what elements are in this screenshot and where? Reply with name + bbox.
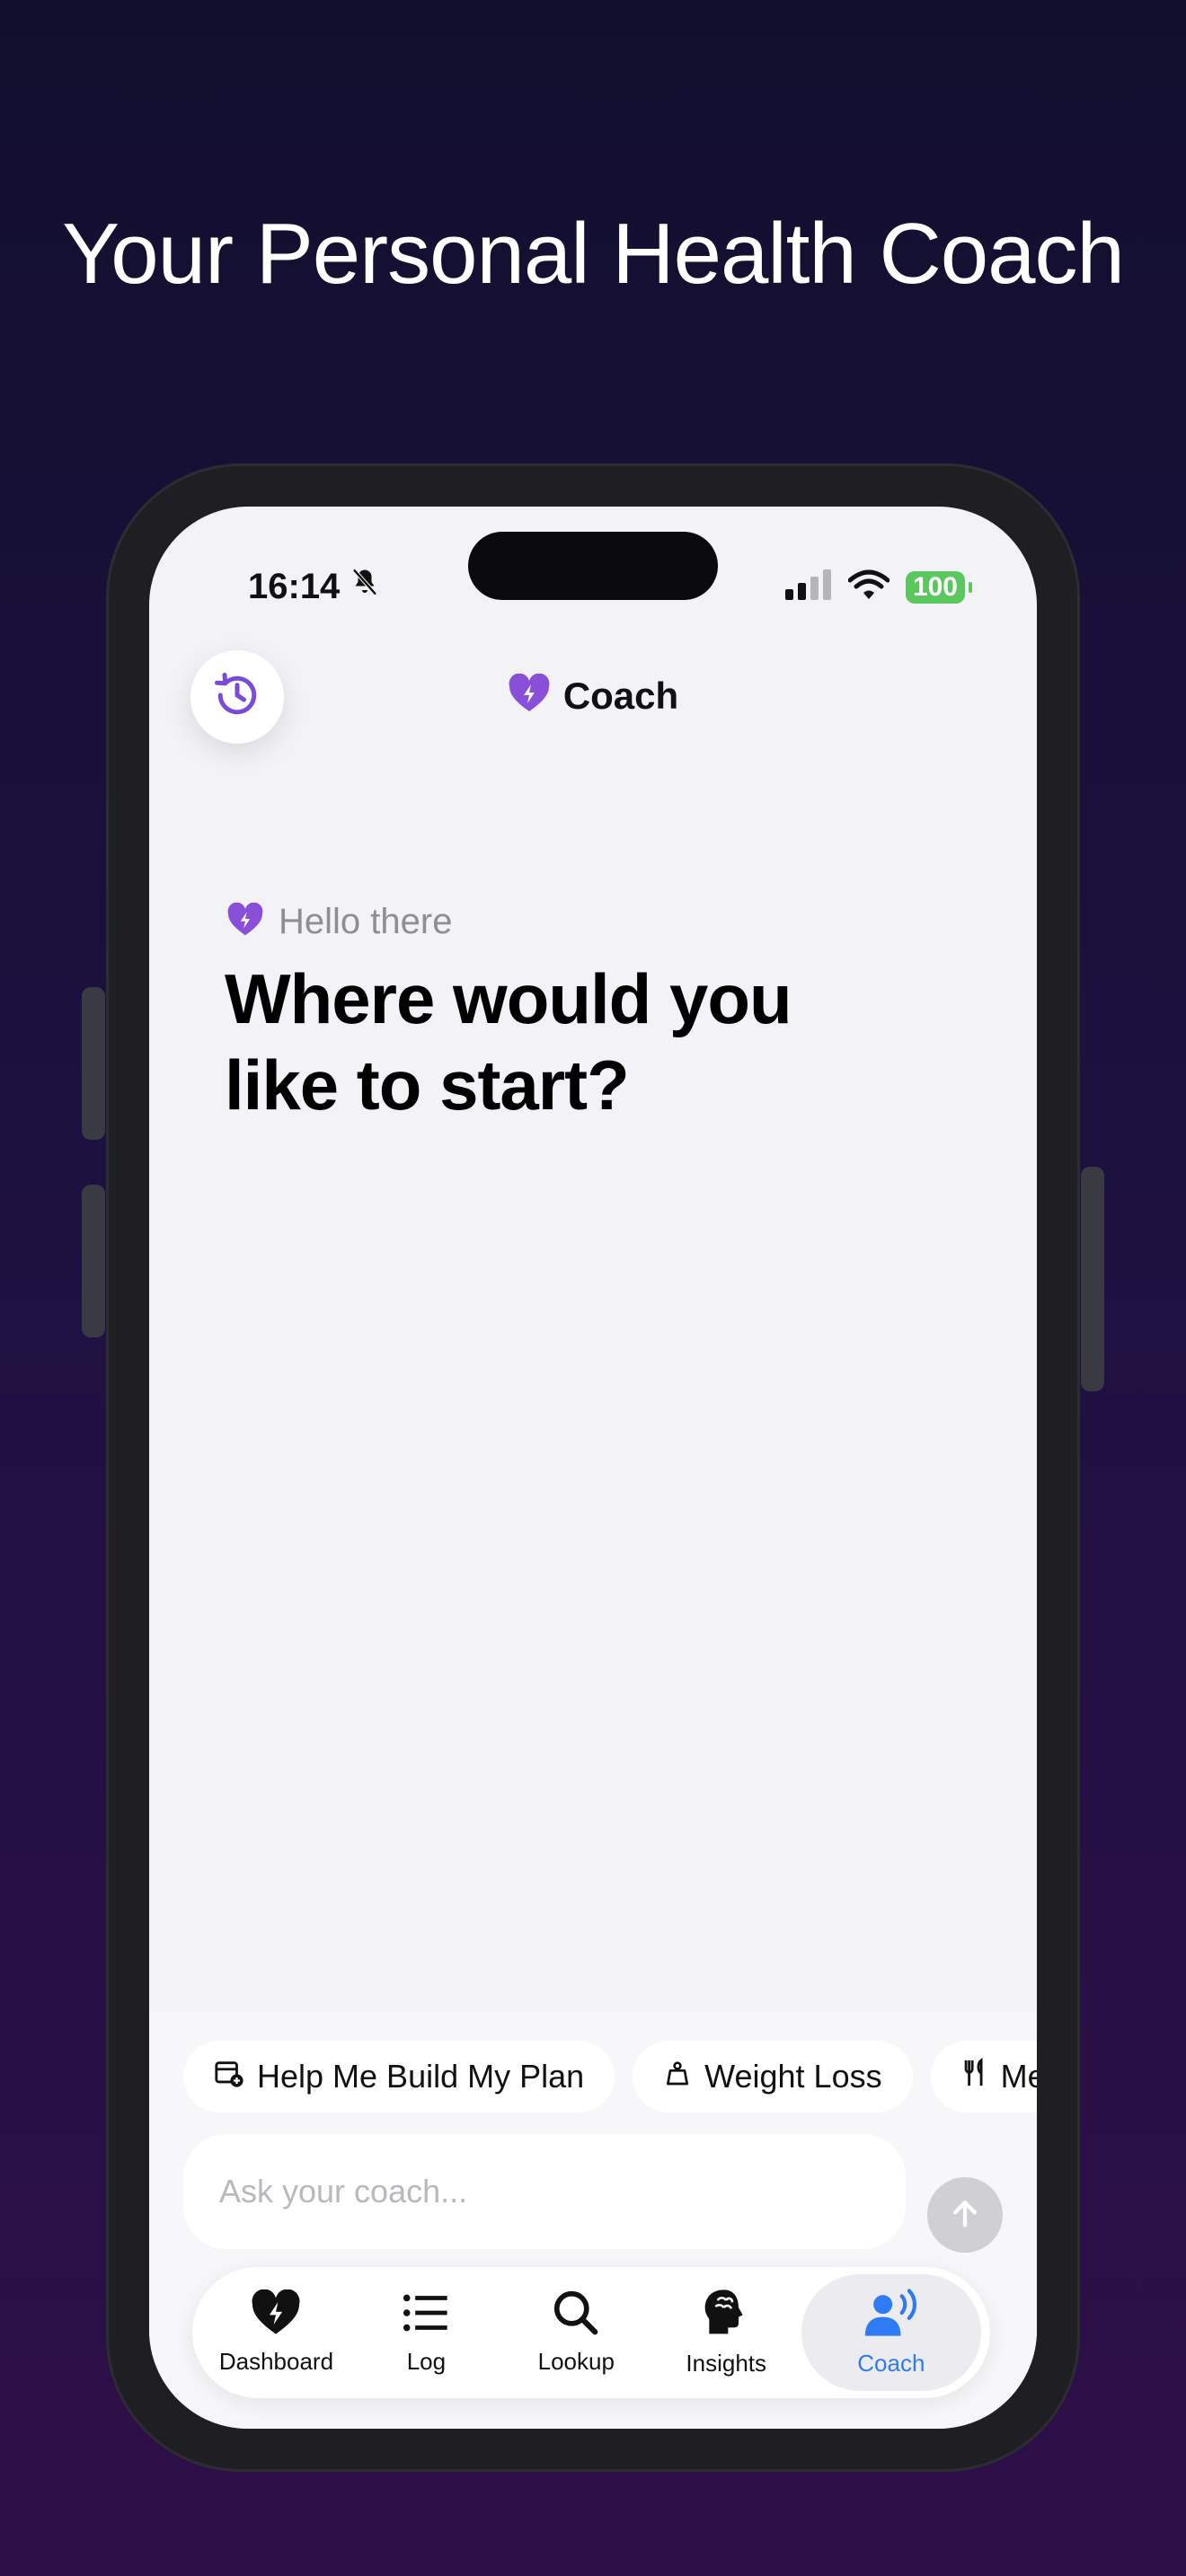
chip-weight-loss[interactable]: Weight Loss <box>633 2041 913 2113</box>
arrow-up-icon <box>947 2195 983 2236</box>
calendar-plus-icon <box>214 2058 244 2096</box>
tab-label: Coach <box>857 2350 925 2377</box>
suggestion-chips: Help Me Build My Plan Weight Loss Me <box>183 2041 1037 2113</box>
coach-input-wrap[interactable] <box>183 2134 906 2249</box>
tab-label: Dashboard <box>218 2348 334 2375</box>
chip-build-plan[interactable]: Help Me Build My Plan <box>183 2041 615 2113</box>
greeting-question: Where would you like to start? <box>225 959 792 1125</box>
chip-label: Weight Loss <box>704 2058 882 2095</box>
tab-lookup[interactable]: Lookup <box>501 2274 651 2391</box>
page-headline: Your Personal Health Coach <box>62 206 1125 302</box>
tab-label: Lookup <box>537 2348 615 2375</box>
coach-voice-icon <box>862 2288 921 2342</box>
weight-icon <box>663 2058 692 2095</box>
chip-meals[interactable]: Me <box>930 2041 1037 2113</box>
tab-insights[interactable]: Insights <box>651 2274 801 2391</box>
magnifier-icon <box>550 2289 602 2341</box>
dynamic-island <box>468 532 718 600</box>
tab-label: Log <box>406 2348 447 2375</box>
tab-dashboard[interactable]: Dashboard <box>201 2274 351 2391</box>
list-icon <box>400 2289 452 2341</box>
greeting-subtitle: Hello there <box>279 902 453 941</box>
volume-up-button <box>82 987 105 1140</box>
volume-down-button <box>82 1185 105 1337</box>
heart-bolt-icon <box>226 902 264 941</box>
power-button <box>1081 1167 1104 1391</box>
brain-head-icon <box>700 2288 752 2342</box>
status-time: 16:14 <box>248 566 381 607</box>
bell-slash-icon <box>349 566 381 607</box>
send-button[interactable] <box>927 2177 1003 2253</box>
fork-knife-icon <box>961 2057 988 2096</box>
composer-area: Help Me Build My Plan Weight Loss Me Ask… <box>149 2012 1037 2429</box>
heart-bolt-icon <box>250 2289 302 2341</box>
tab-coach[interactable]: Coach <box>801 2274 981 2391</box>
phone-frame: 16:14 100 Coach Hello there Where would … <box>82 463 1104 2472</box>
chip-label: Me <box>1000 2058 1037 2095</box>
greeting: Hello there <box>226 902 452 942</box>
status-time-text: 16:14 <box>248 566 341 606</box>
battery-indicator: 100 <box>905 570 973 604</box>
status-right: 100 <box>784 569 973 604</box>
heart-bolt-icon <box>508 673 551 718</box>
phone-screen: 16:14 100 Coach Hello there Where would … <box>149 507 1037 2429</box>
nav-title: Coach <box>149 673 1037 718</box>
tab-label: Insights <box>686 2350 767 2377</box>
tab-bar: Dashboard Log Lookup Insights Coach <box>192 2267 990 2398</box>
coach-input[interactable] <box>219 2173 848 2210</box>
nav-title-text: Coach <box>562 674 679 717</box>
tab-log[interactable]: Log <box>351 2274 501 2391</box>
wifi-icon <box>847 569 890 604</box>
cellular-signal-icon <box>784 569 832 604</box>
chip-label: Help Me Build My Plan <box>257 2058 585 2095</box>
